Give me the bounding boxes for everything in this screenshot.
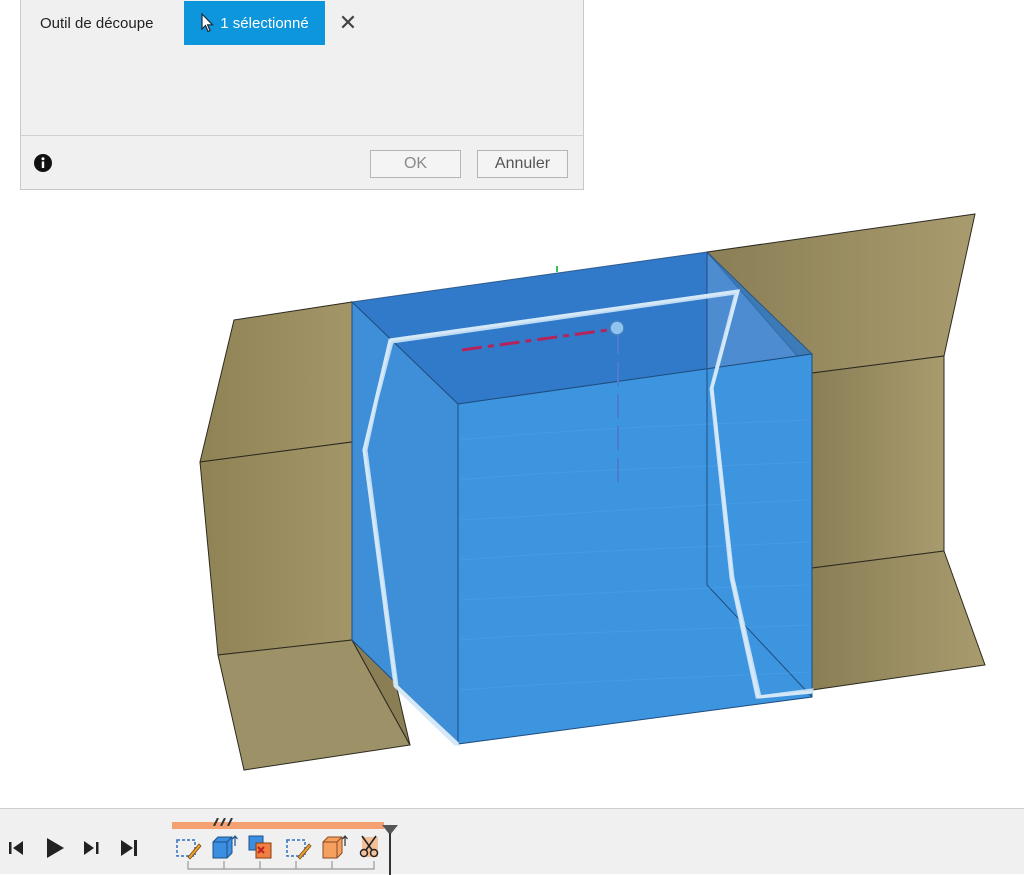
- dialog-divider: [21, 135, 583, 136]
- clear-selection-icon[interactable]: ✕: [337, 12, 359, 34]
- selection-button[interactable]: 1 sélectionné: [184, 1, 325, 45]
- play-icon[interactable]: [44, 837, 66, 859]
- origin-point[interactable]: [609, 320, 625, 336]
- sketch-feature-icon[interactable]: [284, 833, 312, 861]
- ok-button[interactable]: OK: [370, 150, 461, 178]
- info-icon[interactable]: [34, 154, 52, 172]
- timeline-bar: [0, 808, 1024, 875]
- cursor-arrow-icon: [200, 13, 215, 33]
- skip-to-end-icon[interactable]: [118, 837, 140, 859]
- timeline-group-hatch: [213, 818, 233, 826]
- cancel-button[interactable]: Annuler: [477, 150, 568, 178]
- extrude-feature-icon[interactable]: [320, 833, 348, 861]
- sketch-feature-icon[interactable]: [174, 833, 202, 861]
- step-back-icon[interactable]: [6, 837, 28, 859]
- extrude-feature-icon[interactable]: [210, 833, 238, 861]
- step-forward-icon[interactable]: [80, 837, 102, 859]
- combine-feature-icon[interactable]: [246, 833, 274, 861]
- timeline-group-brackets: [187, 861, 375, 870]
- split-body-dialog: Outil de découpe 1 sélectionné ✕ OK Annu…: [20, 0, 584, 190]
- selected-box-body[interactable]: [350, 251, 814, 746]
- cutting-tool-label: Outil de découpe: [40, 15, 154, 32]
- selection-count-label: 1 sélectionné: [220, 14, 309, 32]
- timeline-track[interactable]: [172, 822, 384, 829]
- timeline-marker[interactable]: [380, 825, 400, 875]
